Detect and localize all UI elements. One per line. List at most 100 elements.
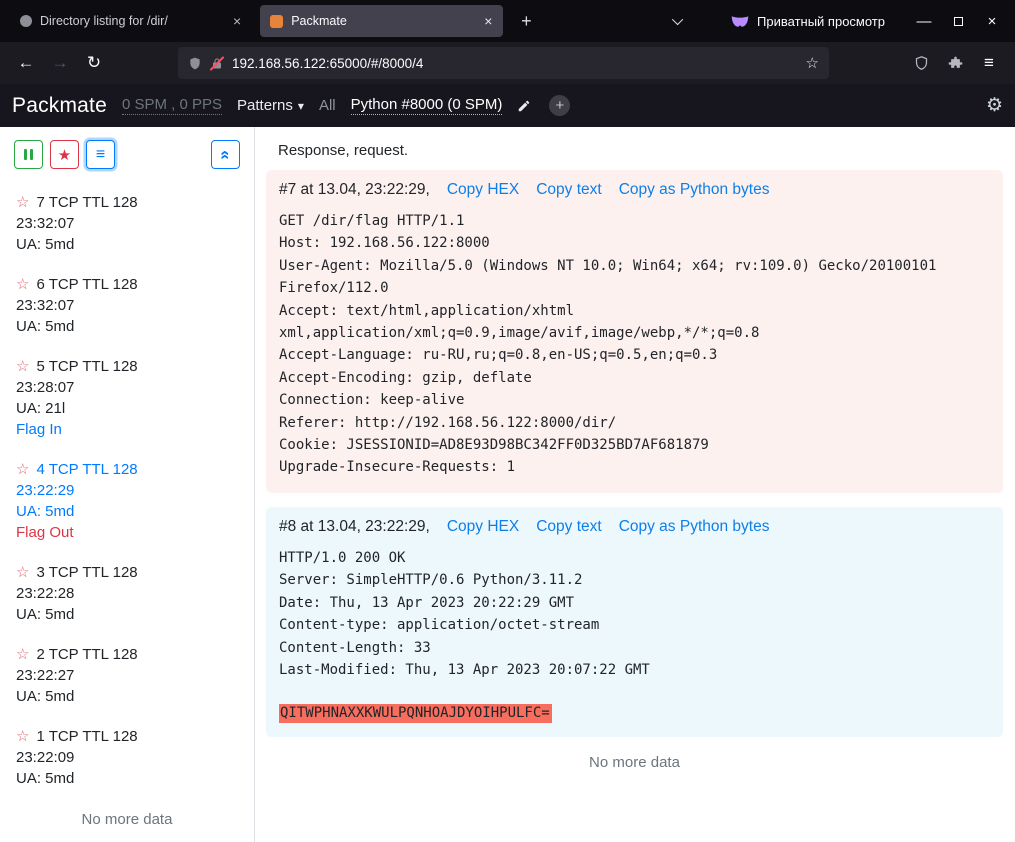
flag-highlight: QITWPHNAXXKWULPQNHOAJDYOIHPULFC= xyxy=(279,704,552,723)
settings-gear-icon[interactable]: ⚙ xyxy=(986,94,1003,117)
scroll-to-top-button[interactable]: « xyxy=(211,140,240,169)
chevron-down-icon xyxy=(672,14,683,25)
navigation-bar: ← → ↻ 192.168.56.122:65000/#/8000/4 ☆ ≡ xyxy=(0,42,1015,84)
protections-shield-icon[interactable] xyxy=(905,48,937,78)
copy-text-link[interactable]: Copy text xyxy=(536,181,601,199)
packet-star-icon[interactable]: ☆ xyxy=(16,564,29,581)
private-browsing-badge: Приватный просмотр xyxy=(731,14,885,29)
packet-star-icon[interactable]: ☆ xyxy=(16,276,29,293)
pause-button[interactable] xyxy=(14,140,43,169)
maximize-icon xyxy=(954,17,963,26)
tab-packmate[interactable]: Packmate × xyxy=(260,5,503,37)
tracking-shield-icon[interactable] xyxy=(188,56,202,71)
packet-ua: UA: 5md xyxy=(16,501,238,522)
tab-title: Packmate xyxy=(291,14,471,28)
packet-star-icon[interactable]: ☆ xyxy=(16,194,29,211)
packet-title: 5 TCP TTL 128 xyxy=(36,358,137,375)
packet-list-item[interactable]: ☆7 TCP TTL 128 23:32:07 UA: 5md xyxy=(0,183,254,265)
intro-text: Response, request. xyxy=(278,142,1003,159)
patterns-label: Patterns xyxy=(237,97,293,114)
packet-time: 23:28:07 xyxy=(16,377,238,398)
patterns-dropdown[interactable]: Patterns ▾ xyxy=(237,97,304,114)
packet-body: GET /dir/flag HTTP/1.1 Host: 192.168.56.… xyxy=(279,210,990,479)
packet-card-header: #8 at 13.04, 23:22:29, Copy HEX Copy tex… xyxy=(279,518,990,536)
insecure-lock-icon[interactable] xyxy=(211,57,223,70)
copy-hex-link[interactable]: Copy HEX xyxy=(447,518,519,536)
packet-list-item[interactable]: ☆ 2 TCP TTL 128 23:22:27 UA: 5md xyxy=(0,635,254,717)
copy-python-link[interactable]: Copy as Python bytes xyxy=(619,518,770,536)
back-button[interactable]: ← xyxy=(10,48,42,78)
flag-line: QITWPHNAXXKWULPQNHOAJDYOIHPULFC= xyxy=(279,703,990,723)
filter-all[interactable]: All xyxy=(319,97,336,114)
menu-button[interactable]: ≡ xyxy=(973,48,1005,78)
favorites-filter-button[interactable]: ★ xyxy=(50,140,79,169)
service-selector[interactable]: Python #8000 (0 SPM) xyxy=(351,96,503,115)
packet-title: 6 TCP TTL 128 xyxy=(36,276,137,293)
tab-directory-listing[interactable]: Directory listing for /dir/ × xyxy=(10,5,252,37)
close-button[interactable]: × xyxy=(975,6,1009,36)
reload-button[interactable]: ↻ xyxy=(78,48,110,78)
copy-text-link[interactable]: Copy text xyxy=(536,518,601,536)
packet-flag-out[interactable]: Flag Out xyxy=(16,522,238,543)
packet-ua: UA: 5md xyxy=(16,686,238,707)
caret-down-icon: ▾ xyxy=(298,99,304,113)
packet-star-icon[interactable]: ☆ xyxy=(16,728,29,745)
tab-title: Directory listing for /dir/ xyxy=(40,14,220,28)
no-more-data-label: No more data xyxy=(0,799,254,842)
packet-sidebar: ★ ≡ « ☆7 TCP TTL 128 23:32:07 UA: 5md ☆ 6… xyxy=(0,127,255,842)
app-title[interactable]: Packmate xyxy=(12,94,107,118)
packmate-favicon xyxy=(270,15,283,28)
private-browsing-label: Приватный просмотр xyxy=(757,14,885,29)
maximize-button[interactable] xyxy=(941,6,975,36)
packet-list-item[interactable]: ☆ 5 TCP TTL 128 23:28:07 UA: 21l Flag In xyxy=(0,347,254,450)
packet-card-response: #8 at 13.04, 23:22:29, Copy HEX Copy tex… xyxy=(266,507,1003,737)
packet-id: #7 at 13.04, 23:22:29, xyxy=(279,181,430,199)
packet-title: 3 TCP TTL 128 xyxy=(36,564,137,581)
packet-star-icon[interactable]: ☆ xyxy=(16,461,29,478)
window-controls: — × xyxy=(907,6,1009,36)
copy-hex-link[interactable]: Copy HEX xyxy=(447,181,519,199)
content-area: ★ ≡ « ☆7 TCP TTL 128 23:32:07 UA: 5md ☆ 6… xyxy=(0,127,1015,842)
list-all-tabs-button[interactable] xyxy=(665,7,693,35)
page-favicon xyxy=(20,15,32,27)
url-bar[interactable]: 192.168.56.122:65000/#/8000/4 ☆ xyxy=(178,47,829,79)
packet-detail-panel: Response, request. #7 at 13.04, 23:22:29… xyxy=(255,127,1015,842)
packet-id: #8 at 13.04, 23:22:29, xyxy=(279,518,430,536)
new-tab-button[interactable]: + xyxy=(511,6,541,36)
packet-time: 23:22:29 xyxy=(16,480,238,501)
minimize-button[interactable]: — xyxy=(907,6,941,36)
packet-list-item-selected[interactable]: ☆4 TCP TTL 128 23:22:29 UA: 5md Flag Out xyxy=(0,450,254,553)
edit-pencil-icon[interactable] xyxy=(517,99,531,113)
spm-pps-stats: 0 SPM , 0 PPS xyxy=(122,96,222,115)
tab-close-icon[interactable]: × xyxy=(230,13,244,29)
packet-flag-in[interactable]: Flag In xyxy=(16,419,238,440)
packet-time: 23:22:28 xyxy=(16,583,238,604)
no-more-data-label: No more data xyxy=(266,754,1003,771)
url-text[interactable]: 192.168.56.122:65000/#/8000/4 xyxy=(232,56,797,71)
extensions-icon[interactable] xyxy=(939,48,971,78)
list-icon: ≡ xyxy=(96,146,105,164)
packet-ua: UA: 5md xyxy=(16,768,238,789)
list-view-button[interactable]: ≡ xyxy=(86,140,115,169)
packet-star-icon[interactable]: ☆ xyxy=(16,358,29,375)
packet-list-item[interactable]: ☆ 1 TCP TTL 128 23:22:09 UA: 5md xyxy=(0,717,254,799)
packet-ua: UA: 21l xyxy=(16,398,238,419)
packet-list-item[interactable]: ☆ 3 TCP TTL 128 23:22:28 UA: 5md xyxy=(0,553,254,635)
browser-window: Directory listing for /dir/ × Packmate ×… xyxy=(0,0,1015,842)
packet-time: 23:22:09 xyxy=(16,747,238,768)
forward-button[interactable]: → xyxy=(44,48,76,78)
packet-star-icon[interactable]: ☆ xyxy=(16,646,29,663)
packet-title: 1 TCP TTL 128 xyxy=(36,728,137,745)
packet-title: 2 TCP TTL 128 xyxy=(36,646,137,663)
packet-body: HTTP/1.0 200 OK Server: SimpleHTTP/0.6 P… xyxy=(279,547,990,681)
packet-ua: UA: 5md xyxy=(16,604,238,625)
packmate-header: Packmate 0 SPM , 0 PPS Patterns ▾ All Py… xyxy=(0,84,1015,127)
packet-time: 23:22:27 xyxy=(16,665,238,686)
packet-card-request: #7 at 13.04, 23:22:29, Copy HEX Copy tex… xyxy=(266,170,1003,493)
copy-python-link[interactable]: Copy as Python bytes xyxy=(619,181,770,199)
bookmark-star-icon[interactable]: ☆ xyxy=(806,54,819,72)
tab-close-icon[interactable]: × xyxy=(481,13,495,29)
packet-list-item[interactable]: ☆6 TCP TTL 128 23:32:07 UA: 5md xyxy=(0,265,254,347)
add-service-button[interactable]: + xyxy=(549,95,570,116)
sidebar-toolbar: ★ ≡ « xyxy=(0,127,254,179)
